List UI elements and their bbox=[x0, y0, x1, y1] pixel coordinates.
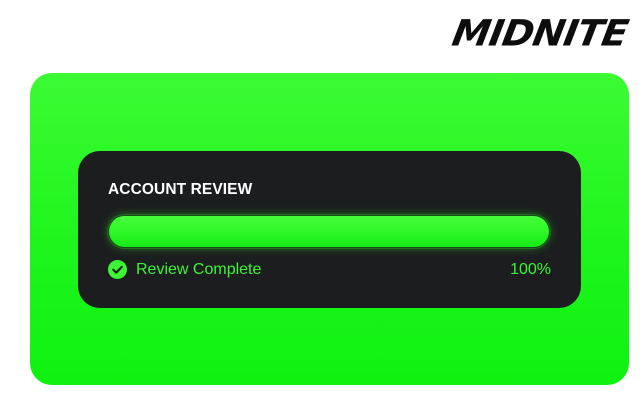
status-row: Review Complete 100% bbox=[108, 259, 551, 281]
progress-track bbox=[107, 214, 551, 249]
promo-panel: ACCOUNT REVIEW Review Complete 100% bbox=[30, 73, 629, 385]
status-label: Review Complete bbox=[136, 261, 262, 278]
account-review-card: ACCOUNT REVIEW Review Complete 100% bbox=[78, 151, 581, 308]
progress-percent: 100% bbox=[510, 261, 551, 278]
card-title: ACCOUNT REVIEW bbox=[108, 181, 253, 198]
check-circle-icon bbox=[108, 260, 127, 279]
progress-fill bbox=[109, 216, 549, 247]
midnite-logo: MIDNITE bbox=[448, 12, 631, 54]
